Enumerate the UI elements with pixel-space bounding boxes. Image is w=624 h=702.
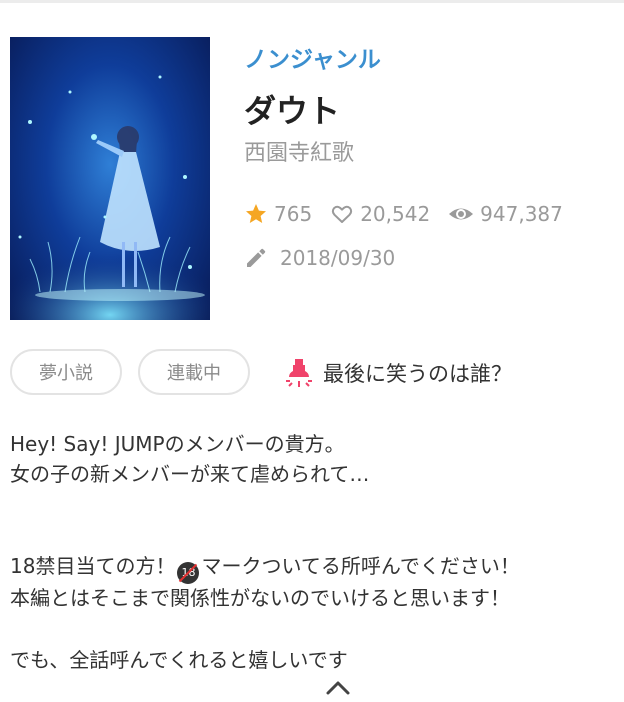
catchphrase-text: 最後に笑うのは誰？: [323, 362, 512, 386]
views-stat: 947,387: [448, 202, 563, 226]
description-line: 18禁目当ての方！ 18 マークついてる所呼んでください！: [10, 550, 620, 584]
catchphrase: 最後に笑うのは誰？: [285, 355, 512, 391]
likes-count: 20,542: [360, 202, 431, 226]
genre-link[interactable]: ノンジャンル: [244, 40, 381, 74]
r18-icon: 18: [177, 562, 200, 584]
likes-stat: 20,542: [330, 202, 430, 226]
stars-count: 765: [274, 202, 313, 226]
cover-illustration: [10, 75, 210, 320]
description-line: 本編とはそこまで関係性がないのでいけると思います！: [10, 586, 510, 610]
story-title: ダウト: [244, 92, 341, 130]
description-line: Hey! Say! JUMPのメンバーの貴方。: [10, 432, 345, 456]
heart-icon: [332, 205, 353, 223]
star-icon: [246, 204, 266, 223]
lightbulb-icon: [286, 359, 312, 387]
description-line: 女の子の新メンバーが来て虐められて…: [10, 462, 370, 486]
eye-icon: [449, 208, 474, 220]
updated-date: 2018/09/30: [244, 244, 395, 272]
stars-stat: 765: [244, 202, 312, 226]
author-link[interactable]: 西園寺紅歌: [244, 135, 354, 167]
tag-dream-novel[interactable]: 夢小説: [10, 349, 122, 395]
chevron-up-icon[interactable]: [325, 678, 351, 696]
story-stats: 765 20,542 947,387: [244, 200, 581, 228]
description-text: 18禁目当ての方！: [10, 554, 176, 578]
top-bar: [0, 0, 624, 3]
pencil-icon: [247, 248, 266, 267]
tag-serializing[interactable]: 連載中: [138, 349, 250, 395]
description-text: マークついてる所呼んでください！: [201, 554, 520, 578]
description-line: でも、全話呼んでくれると嬉しいです: [10, 648, 348, 672]
date-text: 2018/09/30: [280, 246, 396, 270]
cover-image[interactable]: [10, 37, 210, 320]
views-count: 947,387: [480, 202, 563, 226]
